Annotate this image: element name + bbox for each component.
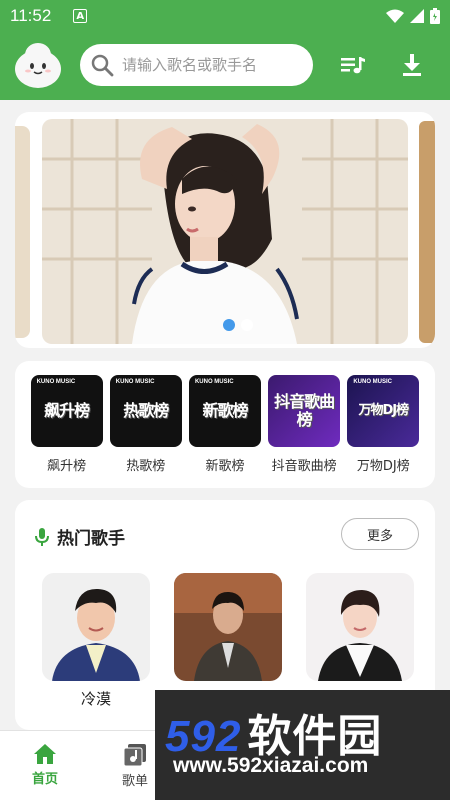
nav-item-home[interactable]: 首页	[15, 743, 75, 787]
chart-brand: KUNO MUSIC	[353, 379, 393, 385]
search-bar[interactable]	[80, 44, 313, 86]
chart-item-soaring[interactable]: KUNO MUSIC 飙升榜 飙升榜	[30, 375, 104, 488]
chart-cover: KUNO MUSIC 热歌榜	[109, 375, 182, 447]
nav-label: 歌单	[121, 774, 148, 789]
banner-prev-peek[interactable]	[15, 126, 30, 338]
search-input[interactable]	[122, 56, 302, 74]
banner-dot-active[interactable]	[223, 319, 235, 331]
singer-avatar	[42, 573, 150, 681]
chart-cover-title: 热歌榜	[123, 401, 169, 421]
singer-card[interactable]: 冷漠	[42, 573, 150, 708]
chart-item-hot[interactable]: KUNO MUSIC 热歌榜 热歌榜	[109, 375, 183, 488]
chart-cover-title: 抖音歌曲榜	[274, 392, 335, 429]
chart-brand: KUNO MUSIC	[194, 379, 234, 385]
chart-item-new[interactable]: KUNO MUSIC 新歌榜 新歌榜	[188, 375, 262, 488]
singer-avatar	[174, 573, 282, 681]
chart-cover-title: 新歌榜	[202, 401, 248, 421]
section-title: 热门歌手	[57, 529, 125, 549]
chart-item-dj[interactable]: KUNO MUSIC 万物DJ榜 万物DJ榜	[346, 375, 420, 488]
chart-brand: KUNO MUSIC	[36, 379, 76, 385]
chart-cover: 抖音歌曲榜	[268, 375, 341, 447]
chart-brand: KUNO MUSIC	[115, 379, 155, 385]
download-button[interactable]	[399, 52, 425, 78]
search-icon	[91, 54, 114, 77]
chart-label: 飙升榜	[47, 459, 87, 474]
section-header: 热门歌手	[35, 524, 125, 549]
chart-cover: KUNO MUSIC 新歌榜	[188, 375, 261, 447]
wifi-icon	[386, 9, 404, 23]
singer-card[interactable]: 周深	[306, 573, 414, 708]
chart-label: 万物DJ榜	[356, 459, 410, 474]
banner-dot[interactable]	[241, 319, 253, 331]
banner-next-peek[interactable]	[419, 121, 435, 343]
banner-image[interactable]	[42, 119, 408, 344]
more-singers-button[interactable]: 更多	[341, 518, 419, 550]
status-bar: 11:52 A	[0, 0, 450, 32]
download-icon	[403, 54, 421, 76]
chart-cover-title: 飙升榜	[44, 401, 90, 421]
banner-page-indicator	[223, 319, 253, 331]
singer-name: 冷漠	[80, 690, 111, 708]
watermark-overlay: 592 软件园 www.592xiazai.com	[155, 690, 450, 800]
singer-avatar	[306, 573, 414, 681]
chart-label: 抖音歌曲榜	[271, 459, 337, 474]
chart-item-douyin[interactable]: 抖音歌曲榜 抖音歌曲榜	[267, 375, 341, 488]
watermark-url: www.592xiazai.com	[173, 754, 369, 777]
banner-carousel[interactable]	[15, 112, 435, 348]
chart-cover-title: 万物DJ榜	[358, 402, 410, 418]
battery-icon	[430, 8, 440, 24]
signal-icon	[410, 9, 424, 23]
status-icons	[386, 8, 440, 24]
app-header	[0, 32, 450, 100]
playlist-button[interactable]	[340, 52, 366, 78]
logo-mascot-icon[interactable]	[12, 39, 64, 91]
charts-section: KUNO MUSIC 飙升榜 飙升榜 KUNO MUSIC 热歌榜 热歌榜 KU…	[15, 361, 435, 488]
playlist-icon	[341, 57, 365, 74]
chart-cover: KUNO MUSIC 飙升榜	[30, 375, 103, 447]
singer-card[interactable]	[174, 573, 282, 681]
status-notification-icon: A	[73, 9, 88, 23]
chart-label: 新歌榜	[205, 459, 245, 474]
nav-label: 首页	[31, 772, 58, 787]
playlist-album-icon	[123, 744, 146, 767]
microphone-icon	[35, 527, 49, 546]
home-icon	[34, 744, 56, 764]
status-time: 11:52	[10, 6, 52, 25]
chart-cover: KUNO MUSIC 万物DJ榜	[347, 375, 420, 447]
chart-label: 热歌榜	[126, 459, 166, 474]
